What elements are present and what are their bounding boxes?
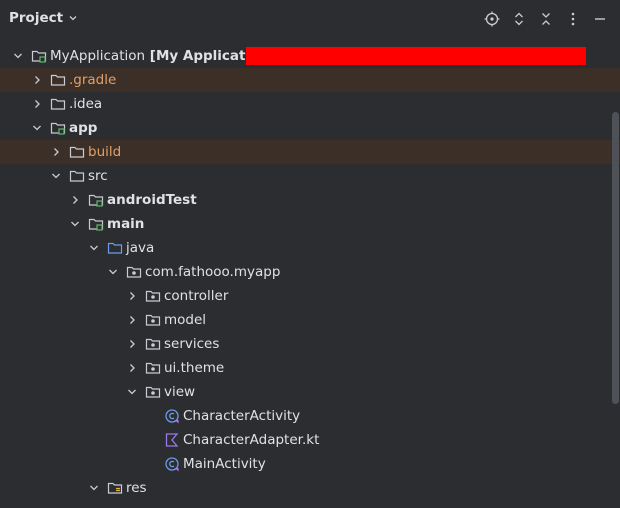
package-icon	[145, 288, 161, 304]
tree-row[interactable]: model	[0, 308, 620, 332]
project-tree[interactable]: MyApplication [My Application] .gradle .id…	[0, 44, 620, 500]
package-icon	[145, 384, 161, 400]
tree-row[interactable]: CharacterAdapter.kt	[0, 428, 620, 452]
kotlin-file-icon	[164, 432, 180, 448]
tree-item-label: CharacterAdapter.kt	[183, 432, 320, 448]
resources-folder-icon	[107, 480, 123, 496]
tree-item-label: app	[69, 120, 98, 136]
collapse-all-button[interactable]	[537, 10, 554, 27]
chevron-down-icon[interactable]	[31, 122, 43, 134]
package-icon	[145, 312, 161, 328]
tree-item-label: .idea	[69, 96, 103, 112]
chevron-down-icon[interactable]	[50, 170, 62, 182]
tree-item-label: src	[88, 168, 108, 184]
package-icon	[126, 264, 142, 280]
tree-item-label: model	[164, 312, 207, 328]
tree-row[interactable]: src	[0, 164, 620, 188]
crosshair-icon	[484, 11, 499, 26]
vertical-scrollbar[interactable]	[612, 112, 619, 404]
chevron-down-icon[interactable]	[107, 266, 119, 278]
tree-item-label: MainActivity	[183, 456, 266, 472]
tree-item-label: com.fathooo.myapp	[145, 264, 281, 280]
folder-icon	[50, 72, 66, 88]
module-folder-icon	[88, 192, 104, 208]
tree-item-label: controller	[164, 288, 229, 304]
tree-row[interactable]: com.fathooo.myapp	[0, 260, 620, 284]
minimize-icon	[594, 17, 605, 20]
expand-icon	[514, 12, 523, 25]
tree-item-label: MyApplication [My Application]	[50, 48, 276, 64]
kotlin-class-icon	[164, 456, 180, 472]
chevron-right-icon[interactable]	[31, 98, 43, 110]
package-icon	[145, 360, 161, 376]
chevron-down-icon[interactable]	[69, 218, 81, 230]
tree-item-label: services	[164, 336, 220, 352]
chevron-right-icon[interactable]	[126, 338, 138, 350]
chevron-down-icon[interactable]	[88, 242, 100, 254]
locate-file-button[interactable]	[483, 10, 500, 27]
chevron-right-icon[interactable]	[126, 290, 138, 302]
package-icon	[145, 336, 161, 352]
chevron-right-icon[interactable]	[69, 194, 81, 206]
chevron-right-icon[interactable]	[126, 362, 138, 374]
tree-row[interactable]: view	[0, 380, 620, 404]
chevron-right-icon[interactable]	[31, 74, 43, 86]
project-tool-window: Project MyApplication [My Application] .…	[0, 0, 620, 508]
redaction-block	[246, 47, 586, 65]
tree-row[interactable]: MainActivity	[0, 452, 620, 476]
chevron-down-icon[interactable]	[126, 386, 138, 398]
more-vertical-icon	[571, 12, 574, 25]
tree-row[interactable]: MyApplication [My Application]	[0, 44, 620, 68]
collapse-icon	[541, 12, 550, 25]
tree-row[interactable]: app	[0, 116, 620, 140]
tree-row[interactable]: build	[0, 140, 620, 164]
module-folder-icon	[31, 48, 47, 64]
chevron-down-icon[interactable]	[88, 482, 100, 494]
tree-item-label: CharacterActivity	[183, 408, 301, 424]
tree-row[interactable]: controller	[0, 284, 620, 308]
tree-item-label: build	[88, 144, 122, 160]
hide-button[interactable]	[591, 10, 608, 27]
tree-row[interactable]: CharacterActivity	[0, 404, 620, 428]
chevron-right-icon[interactable]	[50, 146, 62, 158]
module-folder-icon	[88, 216, 104, 232]
chevron-down-icon[interactable]	[12, 50, 24, 62]
module-folder-icon	[50, 120, 66, 136]
tool-window-header: Project	[0, 0, 620, 38]
tree-row[interactable]: main	[0, 212, 620, 236]
tree-item-label: res	[126, 480, 147, 496]
header-toolbar	[483, 10, 608, 27]
options-button[interactable]	[564, 10, 581, 27]
tree-row[interactable]: services	[0, 332, 620, 356]
tree-row[interactable]: ui.theme	[0, 356, 620, 380]
chevron-right-icon[interactable]	[126, 314, 138, 326]
project-view-selector[interactable]: Project	[9, 10, 78, 26]
tree-row[interactable]: androidTest	[0, 188, 620, 212]
tree-item-label: .gradle	[69, 72, 117, 88]
kotlin-class-icon	[164, 408, 180, 424]
chevron-down-icon	[69, 16, 77, 21]
tree-item-label: view	[164, 384, 196, 400]
tree-item-label: androidTest	[107, 192, 197, 208]
panel-title: Project	[9, 10, 64, 26]
folder-icon	[50, 96, 66, 112]
source-folder-icon	[107, 240, 123, 256]
folder-icon	[69, 168, 85, 184]
tree-row[interactable]: .idea	[0, 92, 620, 116]
tree-row[interactable]: .gradle	[0, 68, 620, 92]
tree-item-label: java	[126, 240, 155, 256]
folder-icon	[69, 144, 85, 160]
expand-all-button[interactable]	[510, 10, 527, 27]
tree-item-label: main	[107, 216, 145, 232]
tree-row[interactable]: res	[0, 476, 620, 500]
tree-item-label: ui.theme	[164, 360, 225, 376]
tree-row[interactable]: java	[0, 236, 620, 260]
